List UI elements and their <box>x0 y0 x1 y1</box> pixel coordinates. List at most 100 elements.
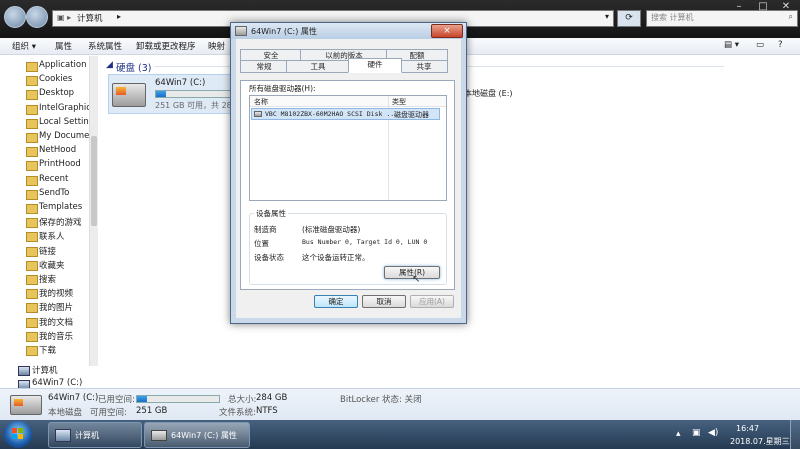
navigation-pane: Application D Cookies Desktop IntelGraphics… <box>0 56 99 391</box>
status-drive-type: 本地磁盘 <box>48 408 83 418</box>
windows-logo-icon <box>116 87 126 95</box>
folder-icon <box>26 232 38 243</box>
properties-dialog: 64Win7 (C:) 属性 × 安全 以前的版本 配额 常规 工具 硬件 共享… <box>230 22 467 324</box>
sidebar-item[interactable]: 我的音乐 <box>39 330 73 342</box>
properties-command[interactable]: 属性 <box>55 40 72 52</box>
drive-name: 64Win7 (C:) <box>155 78 206 88</box>
map-drive-command[interactable]: 映射 <box>208 40 225 52</box>
tab-hardware[interactable]: 硬件 <box>348 58 402 73</box>
show-hidden-icons[interactable]: ▴ <box>676 429 681 439</box>
tab-sharing[interactable]: 共享 <box>400 60 448 73</box>
sidebar-item[interactable]: 我的视频 <box>39 287 73 299</box>
free-space-label: 可用空间: <box>90 408 127 418</box>
status-usage-bar <box>136 395 220 403</box>
folder-icon <box>26 317 38 328</box>
folder-icon <box>26 175 38 186</box>
location-label: 位置 <box>254 239 269 248</box>
scrollbar-thumb[interactable] <box>91 136 97 226</box>
drive-tile-c[interactable]: 64Win7 (C:) 251 GB 可用，共 284 GB <box>108 74 251 114</box>
details-pane: 64Win7 (C:) 本地磁盘 已用空间: 可用空间: 251 GB 总大小:… <box>0 388 800 421</box>
disk-row-type: 磁盘驱动器 <box>394 111 429 119</box>
sidebar-item[interactable]: SendTo <box>39 188 69 198</box>
folder-icon <box>26 218 38 229</box>
breadcrumb-computer[interactable]: 计算机 <box>77 12 103 24</box>
organize-menu[interactable]: 组织 ▾ <box>12 40 36 52</box>
drive-e-label[interactable]: 本地磁盘 (E:) <box>464 88 513 99</box>
network-icon[interactable]: ▣ <box>692 428 701 438</box>
view-options-icon[interactable]: ▤ ▾ <box>724 40 739 50</box>
used-space-label: 已用空间: <box>98 395 135 405</box>
sidebar-item[interactable]: Templates <box>39 202 82 212</box>
folder-icon <box>26 303 38 314</box>
volume-icon[interactable]: ◀) <box>708 428 718 438</box>
dialog-close-button[interactable]: × <box>431 24 463 38</box>
uninstall-command[interactable]: 卸载或更改程序 <box>136 40 196 52</box>
taskbar-label-properties: 64Win7 (C:) 属性 <box>171 431 237 440</box>
column-type-header[interactable]: 类型 <box>392 97 406 107</box>
disk-drive-icon <box>254 111 262 117</box>
cancel-button[interactable]: 取消 <box>362 295 406 308</box>
minimize-button[interactable]: – <box>728 0 750 14</box>
refresh-button[interactable]: ⟳ <box>617 10 641 27</box>
forward-button[interactable] <box>26 6 48 28</box>
folder-icon <box>26 118 38 129</box>
taskbar-item-properties[interactable]: 64Win7 (C:) 属性 <box>144 422 250 448</box>
disk-row-selected[interactable]: VBC M8102ZBX-60M2HAO SCSI Disk ... 磁盘驱动器 <box>251 108 440 120</box>
taskbar: 计算机 64Win7 (C:) 属性 ▴ ▣ ◀) 16:47 2018.07.… <box>0 420 800 449</box>
sidebar-item[interactable]: Application D <box>39 60 96 70</box>
address-dropdown-icon[interactable]: ▾ <box>605 12 609 21</box>
ok-button[interactable]: 确定 <box>314 295 358 308</box>
folder-icon <box>26 90 38 101</box>
status-drive-name: 64Win7 (C:) <box>48 393 99 403</box>
sidebar-item[interactable]: 联系人 <box>39 230 65 242</box>
list-header: 名称 类型 <box>250 96 446 200</box>
show-desktop-button[interactable] <box>790 420 800 449</box>
system-properties-command[interactable]: 系统属性 <box>88 40 122 52</box>
back-button[interactable] <box>4 6 26 28</box>
navigation-scrollbar[interactable] <box>89 56 98 366</box>
windows-logo-part <box>12 434 17 439</box>
folder-icon <box>26 161 38 172</box>
sidebar-item[interactable]: 保存的游戏 <box>39 216 82 228</box>
sidebar-item[interactable]: 下载 <box>39 344 56 356</box>
hardware-panel: 所有磁盘驱动器(H): 名称 类型 VBC M8102ZBX-60M2HAO S… <box>240 80 455 290</box>
sidebar-item[interactable]: 收藏夹 <box>39 259 65 271</box>
disk-drive-list[interactable]: 名称 类型 VBC M8102ZBX-60M2HAO SCSI Disk ...… <box>249 95 447 201</box>
sidebar-item[interactable]: 链接 <box>39 245 56 257</box>
clock-date[interactable]: 2018.07.星期三 <box>730 436 790 447</box>
tab-general[interactable]: 常规 <box>240 60 288 73</box>
mouse-cursor-icon: ↖ <box>412 274 421 285</box>
column-name-header[interactable]: 名称 <box>254 97 268 107</box>
device-status-label: 设备状态 <box>254 253 284 262</box>
windows-logo-icon <box>14 399 23 406</box>
dialog-body: 安全 以前的版本 配额 常规 工具 硬件 共享 所有磁盘驱动器(H): 名称 类… <box>236 39 461 318</box>
chevron-right-icon[interactable]: ▸ <box>117 12 121 21</box>
folder-icon <box>26 289 38 300</box>
sidebar-item[interactable]: 64Win7 (C:) <box>32 378 82 388</box>
sidebar-item[interactable]: PrintHood <box>39 159 81 169</box>
tab-tools[interactable]: 工具 <box>286 60 350 73</box>
apply-button[interactable]: 应用(A) <box>410 295 454 308</box>
windows-logo-icon <box>12 428 17 433</box>
sidebar-item[interactable]: Desktop <box>39 88 74 98</box>
device-status-value: 这个设备运转正常。 <box>302 253 370 262</box>
close-button[interactable]: ✕ <box>774 0 798 14</box>
preview-pane-icon[interactable]: ▭ <box>756 40 764 50</box>
sidebar-item[interactable]: 搜索 <box>39 273 56 285</box>
total-size-value: 284 GB <box>256 393 288 403</box>
sidebar-item[interactable]: Cookies <box>39 74 72 84</box>
clock-time[interactable]: 16:47 <box>736 424 759 433</box>
help-icon[interactable]: ? <box>778 40 783 50</box>
taskbar-item-computer[interactable]: 计算机 <box>48 422 142 448</box>
sidebar-item[interactable]: 我的文档 <box>39 316 73 328</box>
drive-icon <box>112 83 146 107</box>
section-expander-icon[interactable]: ◢ <box>106 60 113 70</box>
maximize-button[interactable]: □ <box>752 0 774 14</box>
folder-icon <box>26 346 38 356</box>
sidebar-item[interactable]: NetHood <box>39 145 76 155</box>
sidebar-item[interactable]: 我的图片 <box>39 301 73 313</box>
windows-logo-part <box>18 428 23 433</box>
sidebar-item[interactable]: 计算机 <box>32 364 58 376</box>
sidebar-item[interactable]: Recent <box>39 174 68 184</box>
start-button[interactable] <box>4 421 32 448</box>
